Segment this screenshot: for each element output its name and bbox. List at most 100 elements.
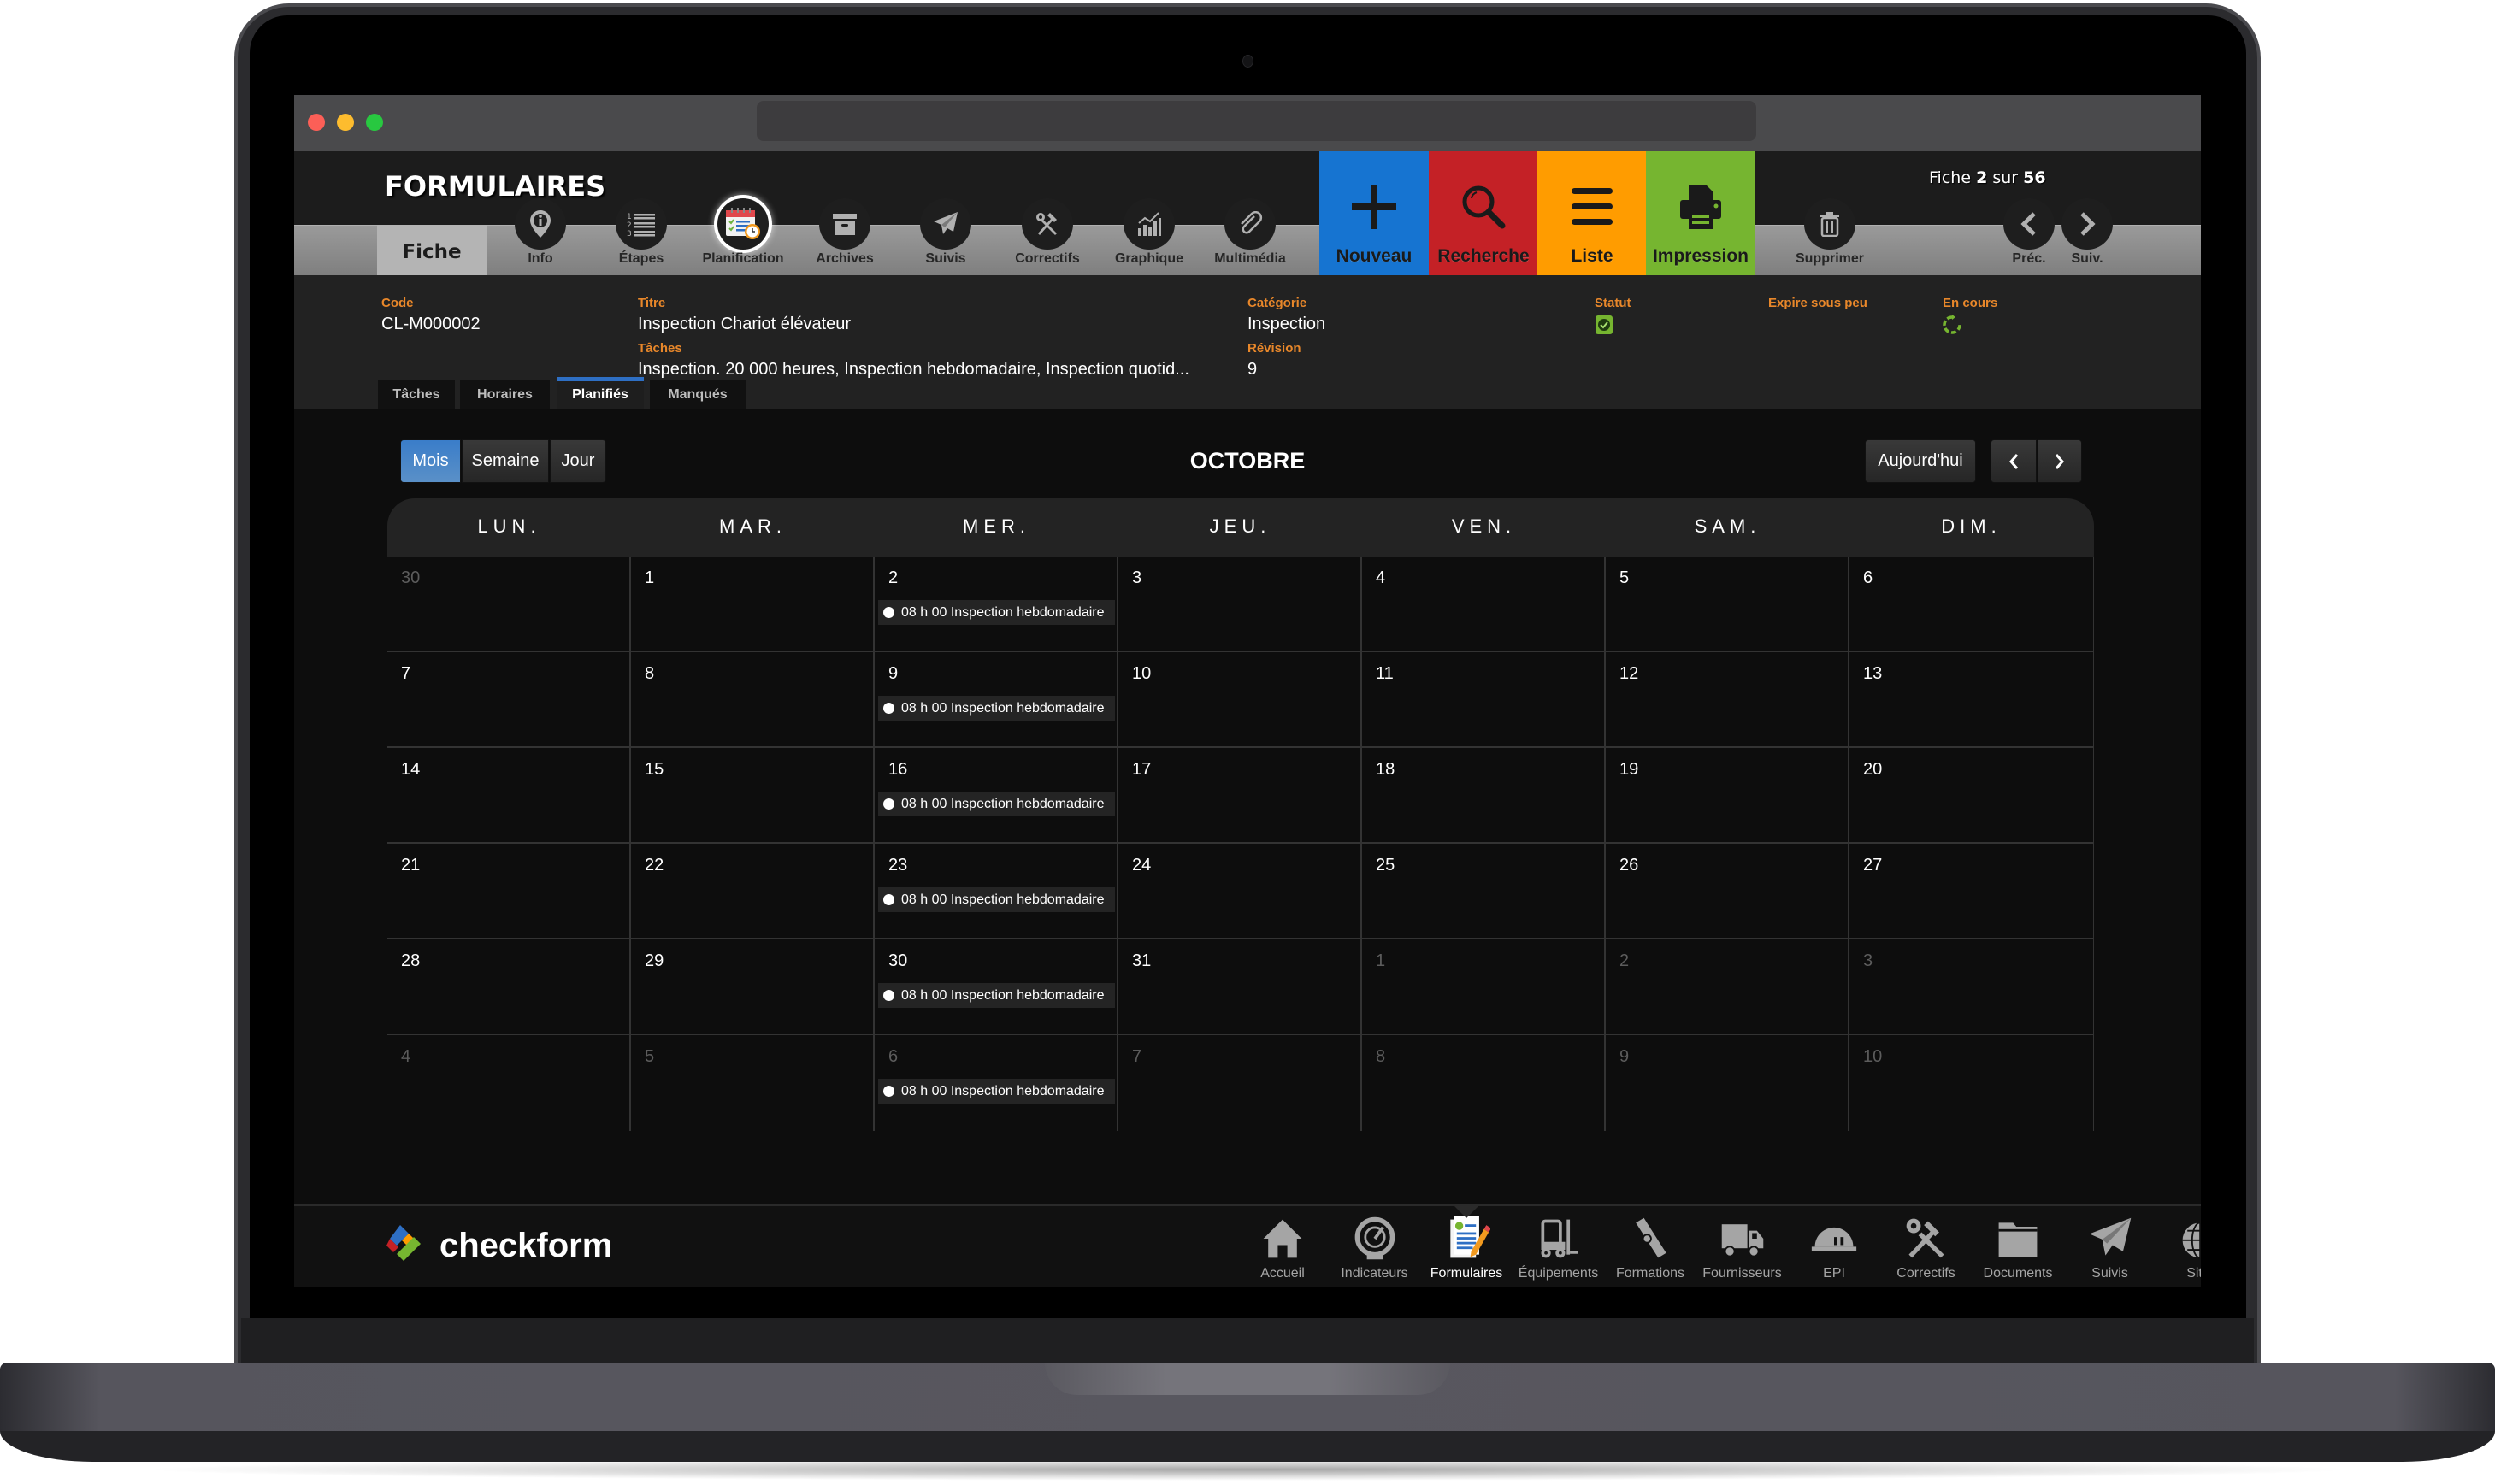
- day-cell[interactable]: 9 08 h 00 Inspection hebdomadaire: [875, 652, 1118, 748]
- toolbar-graphique[interactable]: Graphique: [1099, 198, 1200, 275]
- day-cell[interactable]: 30: [387, 556, 631, 652]
- day-cell[interactable]: 23 08 h 00 Inspection hebdomadaire: [875, 844, 1118, 939]
- day-cell[interactable]: 26: [1606, 844, 1849, 939]
- tab-fiche[interactable]: Fiche: [377, 225, 487, 275]
- paperclip-icon: [1224, 198, 1276, 250]
- nav-item-epi[interactable]: EPI: [1788, 1213, 1880, 1287]
- nav-item-suivis[interactable]: Suivis: [2064, 1213, 2156, 1287]
- day-cell[interactable]: 2 08 h 00 Inspection hebdomadaire: [875, 556, 1118, 652]
- address-bar[interactable]: [757, 101, 1756, 141]
- day-cell[interactable]: 22: [631, 844, 875, 939]
- day-cell[interactable]: 3: [1118, 556, 1362, 652]
- subtab-planifies[interactable]: Planifiés: [557, 377, 644, 409]
- day-cell[interactable]: 31: [1118, 939, 1362, 1035]
- tools-icon: [1022, 198, 1073, 250]
- prev-month-button[interactable]: [1991, 439, 2037, 483]
- subtab-manques[interactable]: Manqués: [650, 380, 746, 409]
- nav-item-correctifs[interactable]: Correctifs: [1880, 1213, 1973, 1287]
- day-cell[interactable]: 18: [1362, 748, 1606, 844]
- day-cell[interactable]: 2: [1606, 939, 1849, 1035]
- today-button[interactable]: Aujourd'hui: [1865, 439, 1976, 483]
- toolbar-etapes[interactable]: 123 Étapes: [591, 198, 692, 275]
- calendar-event[interactable]: 08 h 00 Inspection hebdomadaire: [878, 887, 1115, 912]
- day-cell[interactable]: 8: [1362, 1035, 1606, 1131]
- day-cell[interactable]: 14: [387, 748, 631, 844]
- brand-logo: checkform: [385, 1222, 612, 1269]
- day-cell[interactable]: 28: [387, 939, 631, 1035]
- webcam: [1242, 55, 1253, 68]
- toolbar-planification[interactable]: Planification: [693, 198, 793, 275]
- day-cell[interactable]: 5: [631, 1035, 875, 1131]
- nav-item-accueil[interactable]: Accueil: [1236, 1213, 1329, 1287]
- search-button[interactable]: Recherche: [1429, 151, 1538, 275]
- day-cell[interactable]: 1: [1362, 939, 1606, 1035]
- day-cell[interactable]: 6 08 h 00 Inspection hebdomadaire: [875, 1035, 1118, 1131]
- next-record-button[interactable]: Suiv.: [2037, 198, 2138, 275]
- delete-button[interactable]: Supprimer: [1779, 198, 1880, 275]
- day-cell[interactable]: 25: [1362, 844, 1606, 939]
- toolbar-archives[interactable]: Archives: [794, 198, 895, 275]
- day-cell[interactable]: 20: [1849, 748, 2093, 844]
- revision-value: 9: [1248, 360, 1258, 379]
- day-cell[interactable]: 5: [1606, 556, 1849, 652]
- day-cell[interactable]: 7: [1118, 1035, 1362, 1131]
- toolbar-multimedia[interactable]: Multimédia: [1200, 198, 1301, 275]
- day-cell[interactable]: 10: [1118, 652, 1362, 748]
- toolbar-suivis[interactable]: Suivis: [895, 198, 996, 275]
- day-cell[interactable]: 4: [1362, 556, 1606, 652]
- new-button[interactable]: Nouveau: [1319, 151, 1429, 275]
- day-cell[interactable]: 4: [387, 1035, 631, 1131]
- nav-item-equipements[interactable]: Équipements: [1513, 1213, 1605, 1287]
- day-cell[interactable]: 17: [1118, 748, 1362, 844]
- day-cell[interactable]: 19: [1606, 748, 1849, 844]
- day-cell[interactable]: 3: [1849, 939, 2093, 1035]
- nav-item-formulaires[interactable]: Formulaires: [1420, 1206, 1513, 1287]
- day-cell[interactable]: 6: [1849, 556, 2093, 652]
- calendar-event[interactable]: 08 h 00 Inspection hebdomadaire: [878, 983, 1115, 1008]
- day-cell[interactable]: 29: [631, 939, 875, 1035]
- toolbar-correctifs[interactable]: Correctifs: [997, 198, 1098, 275]
- nav-item-formations[interactable]: Formations: [1604, 1213, 1696, 1287]
- day-cell[interactable]: 13: [1849, 652, 2093, 748]
- toolbar-label: Archives: [816, 251, 874, 266]
- day-cell[interactable]: 1: [631, 556, 875, 652]
- day-number: 24: [1132, 856, 1152, 874]
- print-button[interactable]: Impression: [1646, 151, 1755, 275]
- nav-item-sites[interactable]: Sites: [2156, 1213, 2201, 1287]
- calendar-event[interactable]: 08 h 00 Inspection hebdomadaire: [878, 600, 1115, 625]
- day-cell[interactable]: 7: [387, 652, 631, 748]
- in-progress-icon: [1943, 315, 1961, 339]
- day-cell[interactable]: 15: [631, 748, 875, 844]
- maximize-window-button[interactable]: [366, 114, 383, 131]
- list-button[interactable]: Liste: [1537, 151, 1647, 275]
- day-cell[interactable]: 21: [387, 844, 631, 939]
- day-number: 31: [1132, 951, 1152, 970]
- day-cell[interactable]: 24: [1118, 844, 1362, 939]
- subtab-taches[interactable]: Tâches: [378, 380, 455, 409]
- toolbar-info[interactable]: Info: [490, 198, 591, 275]
- next-month-button[interactable]: [2038, 439, 2082, 483]
- calendar-event[interactable]: 08 h 00 Inspection hebdomadaire: [878, 696, 1115, 721]
- day-cell[interactable]: 16 08 h 00 Inspection hebdomadaire: [875, 748, 1118, 844]
- day-cell[interactable]: 30 08 h 00 Inspection hebdomadaire: [875, 939, 1118, 1035]
- day-cell[interactable]: 11: [1362, 652, 1606, 748]
- nav-item-documents[interactable]: Documents: [1972, 1213, 2064, 1287]
- close-window-button[interactable]: [308, 114, 325, 131]
- day-number: 9: [1619, 1047, 1630, 1066]
- nav-item-fournisseurs[interactable]: Fournisseurs: [1696, 1213, 1789, 1287]
- calendar-event[interactable]: 08 h 00 Inspection hebdomadaire: [878, 792, 1115, 816]
- day-cell[interactable]: 9: [1606, 1035, 1849, 1131]
- day-number: 5: [645, 1047, 655, 1066]
- day-cell[interactable]: 8: [631, 652, 875, 748]
- calendar-event[interactable]: 08 h 00 Inspection hebdomadaire: [878, 1079, 1115, 1104]
- nav-item-label: Formulaires: [1430, 1266, 1503, 1281]
- day-cell[interactable]: 10: [1849, 1035, 2093, 1131]
- event-dot-icon: [883, 990, 894, 1001]
- info-pin-icon: [515, 198, 566, 250]
- title-label: Titre: [638, 296, 666, 310]
- nav-item-indicateurs[interactable]: Indicateurs: [1329, 1213, 1421, 1287]
- subtab-horaires[interactable]: Horaires: [460, 380, 550, 409]
- day-cell[interactable]: 12: [1606, 652, 1849, 748]
- day-cell[interactable]: 27: [1849, 844, 2093, 939]
- minimize-window-button[interactable]: [337, 114, 354, 131]
